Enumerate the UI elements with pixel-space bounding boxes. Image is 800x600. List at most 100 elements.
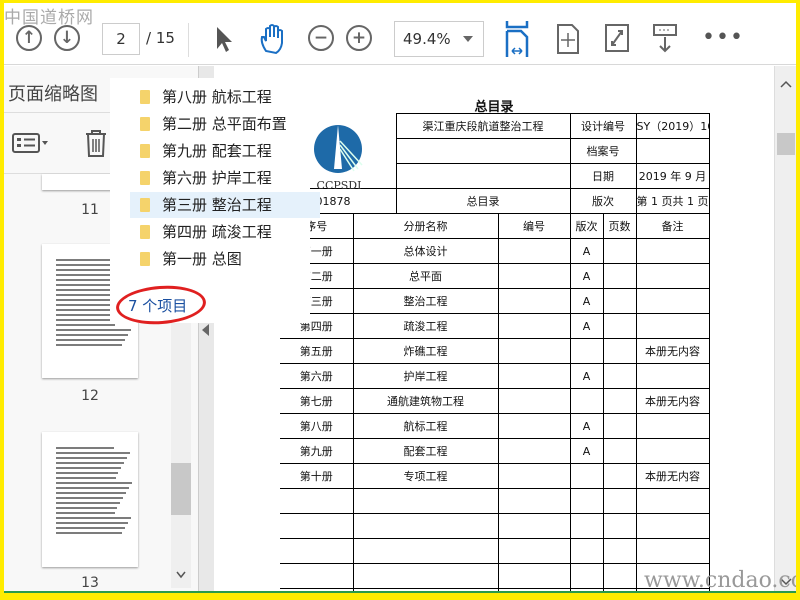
archive-no bbox=[635, 138, 710, 164]
table-cell bbox=[497, 388, 571, 414]
folder-label: 第九册 配套工程 bbox=[162, 142, 272, 160]
table-cell bbox=[635, 413, 710, 439]
table-row: 第三册 整治工程 A bbox=[280, 288, 710, 314]
panel-title: 页面缩略图 bbox=[8, 84, 98, 105]
folder-icon bbox=[140, 198, 150, 212]
table-cell bbox=[635, 313, 710, 339]
folder-item[interactable]: 第四册 疏浚工程 bbox=[130, 219, 320, 245]
table-cell: 第八册 bbox=[280, 413, 354, 439]
table-cell bbox=[602, 488, 637, 514]
empty-row bbox=[280, 538, 710, 564]
scrollbar-thumb[interactable] bbox=[171, 463, 191, 515]
table-cell: 总平面 bbox=[352, 263, 499, 289]
zoom-in-icon[interactable]: + bbox=[346, 25, 372, 51]
thumbnail-text-line bbox=[56, 497, 124, 499]
table-cell: 第七册 bbox=[280, 388, 354, 414]
table-row: 第一册 总体设计 A bbox=[280, 238, 710, 264]
trash-icon[interactable] bbox=[84, 128, 108, 158]
table-cell bbox=[635, 363, 710, 389]
table-cell: 炸礁工程 bbox=[352, 338, 499, 364]
thumbnail-text-line bbox=[56, 512, 115, 514]
table-row: 第七册 通航建筑物工程 本册无内容 bbox=[280, 388, 710, 414]
pdf-viewer: ↑ ↓ 2 / 15 − + 49.4% ••• 中国道桥网 页面缩略图 11 … bbox=[4, 3, 796, 593]
zoom-out-icon[interactable]: − bbox=[308, 25, 334, 51]
thumbnail-text-line bbox=[56, 477, 116, 479]
scrollbar-thumb[interactable] bbox=[777, 133, 795, 155]
table-row: 第六册 护岸工程 A bbox=[280, 363, 710, 389]
table-cell bbox=[497, 438, 571, 464]
scroll-mode-icon[interactable] bbox=[652, 23, 678, 55]
table-cell: 专项工程 bbox=[352, 463, 499, 489]
table-cell bbox=[280, 513, 354, 539]
folder-item[interactable]: 第八册 航标工程 bbox=[130, 84, 320, 110]
thumbnail-text-line bbox=[56, 462, 125, 464]
thumbnail-text-line bbox=[56, 527, 126, 529]
table-cell bbox=[497, 313, 571, 339]
table-cell bbox=[602, 263, 637, 289]
table-cell bbox=[602, 363, 637, 389]
page-info: 第 1 页共 1 页 bbox=[635, 188, 710, 214]
thumbnail-text-line bbox=[56, 324, 115, 326]
table-cell bbox=[569, 463, 604, 489]
folder-item[interactable]: 第三册 整治工程 bbox=[130, 192, 320, 218]
table-cell: A bbox=[569, 313, 604, 339]
thumbnail-text-line bbox=[56, 339, 126, 341]
folder-icon bbox=[140, 171, 150, 185]
fit-width-icon[interactable] bbox=[504, 21, 530, 57]
table-cell: 分册名称 bbox=[352, 213, 499, 239]
fit-page-icon[interactable] bbox=[556, 23, 580, 55]
full-screen-icon[interactable] bbox=[604, 23, 630, 53]
page-number-input[interactable]: 2 bbox=[102, 23, 140, 55]
table-cell bbox=[497, 363, 571, 389]
zoom-value: 49.4% bbox=[403, 30, 451, 48]
table-cell: 第十册 bbox=[280, 463, 354, 489]
date-value: 2019 年 9 月 bbox=[635, 163, 710, 189]
thumbnail-text-line bbox=[56, 522, 128, 524]
more-icon[interactable]: ••• bbox=[702, 25, 744, 50]
chevron-up-icon[interactable] bbox=[780, 80, 792, 88]
table-cell: 整治工程 bbox=[352, 288, 499, 314]
table-cell: 备注 bbox=[635, 213, 710, 239]
page-total: / 15 bbox=[146, 29, 175, 47]
table-cell bbox=[280, 488, 354, 514]
page-thumbnail-13[interactable] bbox=[42, 432, 138, 567]
table-cell bbox=[635, 513, 710, 539]
table-cell bbox=[635, 288, 710, 314]
select-arrow-icon[interactable] bbox=[214, 25, 234, 53]
arrow-down-icon[interactable]: ↓ bbox=[54, 25, 80, 51]
thumbnail-text-line bbox=[56, 467, 122, 469]
table-cell bbox=[635, 488, 710, 514]
folder-label: 第八册 航标工程 bbox=[162, 88, 272, 106]
folder-item[interactable]: 第二册 总平面布置 bbox=[130, 111, 320, 137]
folder-icon bbox=[140, 144, 150, 158]
hand-icon[interactable] bbox=[258, 23, 288, 55]
thumbnail-options-icon[interactable] bbox=[12, 132, 50, 154]
table-cell bbox=[497, 488, 571, 514]
table-cell bbox=[602, 288, 637, 314]
table-row: 第十册 专项工程 本册无内容 bbox=[280, 463, 710, 489]
folder-label: 第四册 疏浚工程 bbox=[162, 223, 272, 241]
folder-item[interactable]: 第九册 配套工程 bbox=[130, 138, 320, 164]
version-label: 版次 bbox=[569, 188, 637, 214]
table-cell bbox=[569, 513, 604, 539]
zoom-select[interactable]: 49.4% bbox=[394, 21, 484, 57]
folder-icon bbox=[140, 225, 150, 239]
table-cell bbox=[352, 538, 499, 564]
table-cell bbox=[602, 463, 637, 489]
table-cell: 通航建筑物工程 bbox=[352, 388, 499, 414]
folder-item[interactable]: 第一册 总图 bbox=[130, 246, 320, 272]
page-number-label: 13 bbox=[81, 575, 99, 591]
thumbnail-text-line bbox=[56, 329, 131, 331]
table-cell: 本册无内容 bbox=[635, 463, 710, 489]
thumbnail-text-line bbox=[56, 532, 123, 534]
chevron-down-icon[interactable] bbox=[176, 571, 186, 579]
document-scrollbar[interactable] bbox=[774, 66, 796, 593]
collapse-arrow-icon[interactable] bbox=[202, 324, 210, 336]
page-number-label: 12 bbox=[81, 388, 99, 404]
table-cell bbox=[602, 338, 637, 364]
watermark-url: www.cndao.com bbox=[644, 568, 796, 593]
thumbnail-text-line bbox=[56, 482, 132, 484]
arrow-up-icon[interactable]: ↑ bbox=[16, 25, 42, 51]
folder-list-popup: 第八册 航标工程第二册 总平面布置第九册 配套工程第六册 护岸工程 第三册 整治工… bbox=[110, 78, 320, 323]
folder-item[interactable]: 第六册 护岸工程 bbox=[130, 165, 320, 191]
